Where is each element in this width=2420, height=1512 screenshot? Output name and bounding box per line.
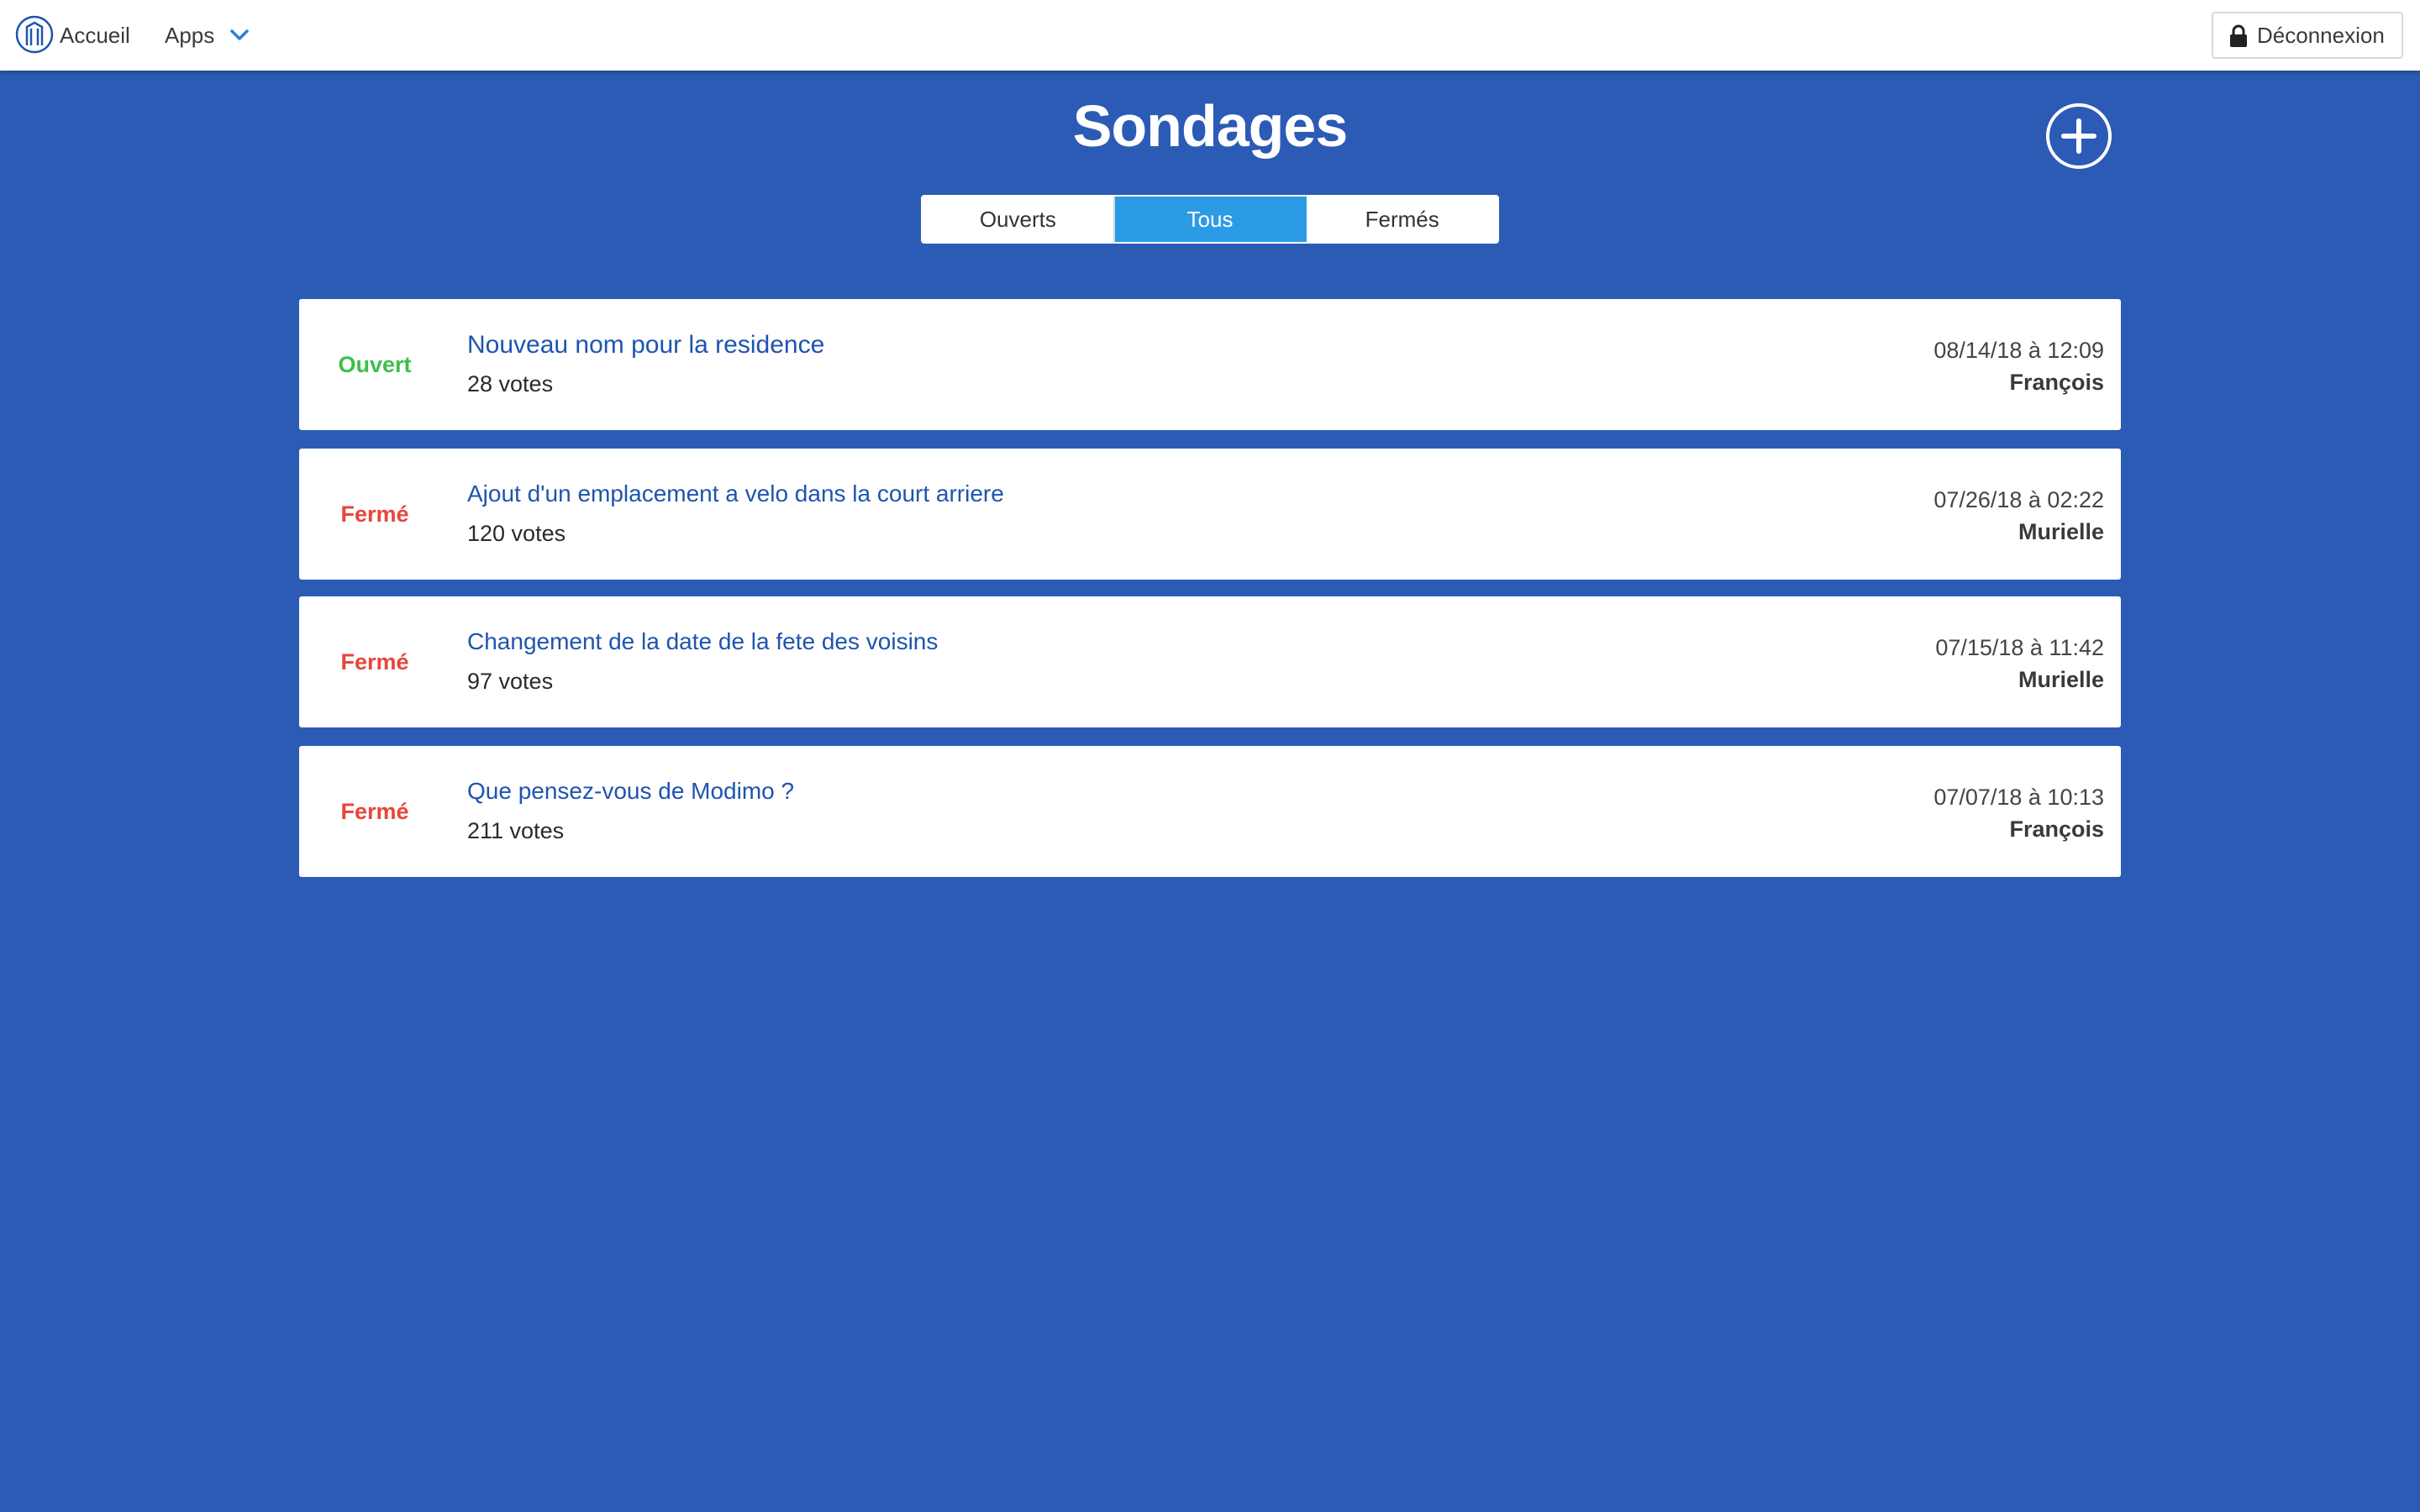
poll-card[interactable]: Fermé Que pensez-vous de Modimo ? 211 vo… — [299, 746, 2121, 877]
poll-card[interactable]: Fermé Changement de la date de la fete d… — [299, 596, 2121, 727]
poll-date: 07/15/18 à 11:42 — [1935, 635, 2104, 660]
add-poll-button[interactable] — [2045, 102, 2112, 170]
poll-author: Murielle — [2018, 667, 2104, 692]
poll-title-link[interactable]: Nouveau nom pour la residence — [467, 331, 824, 360]
tab-tous[interactable]: Tous — [1114, 197, 1307, 242]
tab-fermes[interactable]: Fermés — [1307, 197, 1497, 242]
poll-author: Murielle — [2018, 519, 2104, 544]
poll-date: 08/14/18 à 12:09 — [1933, 338, 2104, 363]
logout-button[interactable]: Déconnexion — [2212, 12, 2403, 59]
poll-author: François — [2009, 816, 2104, 842]
tab-ouverts[interactable]: Ouverts — [923, 197, 1115, 242]
nav-home-link[interactable]: Accueil — [60, 0, 130, 71]
poll-card[interactable]: Fermé Ajout d'un emplacement a velo dans… — [299, 449, 2121, 580]
poll-title-link[interactable]: Que pensez-vous de Modimo ? — [467, 778, 794, 805]
poll-title-link[interactable]: Changement de la date de la fete des voi… — [467, 628, 938, 655]
chevron-down-icon[interactable] — [229, 27, 250, 44]
poll-title-link[interactable]: Ajout d'un emplacement a velo dans la co… — [467, 480, 1004, 507]
poll-author: François — [2009, 370, 2104, 395]
poll-status-badge: Fermé — [340, 799, 409, 824]
poll-vote-count: 120 votes — [467, 521, 566, 546]
poll-status-badge: Ouvert — [338, 352, 412, 377]
lock-icon — [2230, 24, 2247, 47]
nav-apps-menu[interactable]: Apps — [165, 0, 214, 71]
poll-date: 07/07/18 à 10:13 — [1933, 785, 2104, 810]
poll-status-badge: Fermé — [340, 501, 409, 527]
poll-status-badge: Fermé — [340, 649, 409, 675]
logout-label: Déconnexion — [2257, 23, 2385, 48]
poll-card[interactable]: Ouvert Nouveau nom pour la residence 28 … — [299, 299, 2121, 430]
poll-filter-tabs: Ouverts Tous Fermés — [921, 195, 1499, 244]
poll-vote-count: 97 votes — [467, 669, 554, 694]
poll-vote-count: 28 votes — [467, 371, 554, 396]
building-logo-icon[interactable] — [15, 15, 54, 54]
top-navbar: Accueil Apps Déconnexion — [0, 0, 2420, 71]
poll-vote-count: 211 votes — [467, 818, 565, 843]
poll-date: 07/26/18 à 02:22 — [1933, 487, 2104, 512]
